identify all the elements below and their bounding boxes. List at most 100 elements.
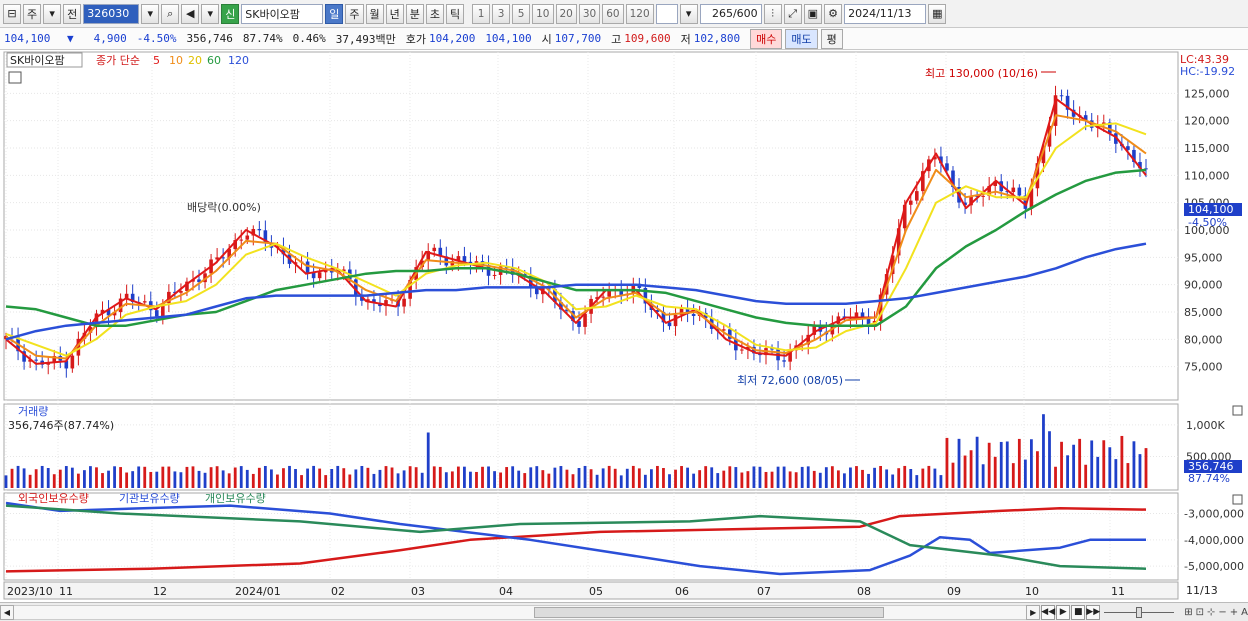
stock-chart[interactable]: 125,000120,000115,000110,000105,000100,0… xyxy=(0,50,1248,602)
zoom-in-icon[interactable]: + xyxy=(1230,607,1238,618)
flat-button[interactable]: 평 xyxy=(820,28,843,49)
crosshair-icon[interactable]: ⊹ xyxy=(1207,607,1215,618)
bar-style-icon[interactable]: ⊞ xyxy=(1184,607,1192,618)
period-month-button[interactable]: 월 xyxy=(365,3,384,24)
gear-icon[interactable]: ⚙ xyxy=(824,3,843,24)
buy-button[interactable]: 매수 xyxy=(750,28,783,49)
volume-bar xyxy=(824,467,828,488)
code-dropdown-icon[interactable]: ▾ xyxy=(141,3,160,24)
window-icon[interactable]: ⊟ xyxy=(3,3,21,24)
candle-body xyxy=(673,314,678,327)
market-select[interactable]: 주 xyxy=(23,3,42,24)
table-toggle-icon[interactable] xyxy=(8,71,22,84)
chevron-down-icon[interactable]: ▾ xyxy=(43,3,62,24)
volume-bar xyxy=(64,466,68,488)
stock-code-input[interactable]: 326030 xyxy=(83,3,140,24)
x-axis-label: 09 xyxy=(947,585,961,598)
x-axis-label: 08 xyxy=(857,585,871,598)
sell-button[interactable]: 매도 xyxy=(785,28,818,49)
candle-settings-icon[interactable]: ⫶ xyxy=(763,3,782,24)
ma10-label: 10 xyxy=(169,54,183,67)
volume-bar xyxy=(330,469,334,488)
candle-body xyxy=(1017,187,1022,196)
minute-dropdown-icon[interactable]: ▾ xyxy=(679,3,698,24)
volume-bar xyxy=(692,473,696,488)
holding-panel-close-icon[interactable] xyxy=(1232,494,1243,505)
volume-bar xyxy=(1060,441,1063,488)
period-year-button[interactable]: 년 xyxy=(385,3,404,24)
candle-body xyxy=(305,261,310,273)
scroll-track[interactable] xyxy=(14,604,1027,620)
scroll-left-icon[interactable]: ◀ xyxy=(0,604,14,620)
volume-bar xyxy=(1138,454,1142,488)
prefix-button[interactable]: 전 xyxy=(63,3,82,24)
volume-bar xyxy=(830,466,834,488)
volume-bar xyxy=(728,466,732,488)
chart-tools-icon[interactable]: ⤢ xyxy=(783,3,802,24)
minute-option-120[interactable]: 120 xyxy=(625,3,654,24)
stock-menu-icon[interactable]: ▾ xyxy=(201,3,220,24)
rewind-icon[interactable]: ◀◀ xyxy=(1041,604,1056,620)
period-week-button[interactable]: 주 xyxy=(345,3,364,24)
chart-scroll-bar: ◀ ▶ ◀◀ ▶ ■ ▶▶ ⊞ ⊡ ⊹ − + A xyxy=(0,602,1248,621)
minute-option-3[interactable]: 3 xyxy=(492,3,511,24)
search-icon[interactable]: ⌕ xyxy=(161,3,180,24)
volume-panel-close-icon[interactable] xyxy=(1232,405,1243,416)
volume-bar xyxy=(752,466,756,488)
volume-bar xyxy=(197,470,201,488)
volume-bar xyxy=(1108,447,1112,488)
ma-label: 종가 단순 xyxy=(96,54,140,67)
volume-bar xyxy=(450,471,454,488)
volume-bar xyxy=(493,471,496,488)
period-second-button[interactable]: 초 xyxy=(425,3,444,24)
forward-icon[interactable]: ▶▶ xyxy=(1086,604,1101,620)
volume-bar xyxy=(891,474,895,488)
text-size-icon[interactable]: A xyxy=(1241,607,1248,618)
volume-bar xyxy=(710,467,714,488)
count-input[interactable]: 265/600 xyxy=(699,3,762,24)
chart-area[interactable]: 125,000120,000115,000110,000105,000100,0… xyxy=(0,50,1248,602)
period-minute-button[interactable]: 분 xyxy=(405,3,424,24)
shin-badge[interactable]: 신 xyxy=(221,3,240,24)
minute-option-10[interactable]: 10 xyxy=(532,3,554,24)
period-tick-button[interactable]: 틱 xyxy=(446,3,465,24)
volume-bar xyxy=(227,473,231,488)
play-icon[interactable]: ▶ xyxy=(1056,604,1071,620)
volume-bar xyxy=(215,466,219,488)
minute-option-5[interactable]: 5 xyxy=(512,3,531,24)
volume-bar xyxy=(167,466,171,488)
volume-bar xyxy=(426,432,430,488)
volume-bar xyxy=(776,466,780,488)
volume-bar xyxy=(885,469,889,488)
period-day-button[interactable]: 일 xyxy=(325,3,344,24)
zoom-slider[interactable] xyxy=(1104,605,1175,620)
volume-bar xyxy=(125,472,129,488)
volume-bar xyxy=(873,467,876,488)
volume-bar xyxy=(22,468,26,488)
volume-bar xyxy=(70,467,74,488)
volume-value: 356,746 xyxy=(186,32,233,45)
high-label: 고 xyxy=(611,32,622,46)
volume-bar xyxy=(637,468,641,488)
minute-option-60[interactable]: 60 xyxy=(602,3,624,24)
foreign-holding-label: 외국인보유수량 xyxy=(18,492,89,505)
volume-bar xyxy=(613,468,617,488)
minute-option-20[interactable]: 20 xyxy=(555,3,577,24)
volume-bar xyxy=(511,466,515,488)
minute-option-30[interactable]: 30 xyxy=(578,3,601,24)
minute-custom-input[interactable] xyxy=(655,3,678,24)
volume-bar xyxy=(571,474,575,488)
minute-option-1[interactable]: 1 xyxy=(472,3,491,24)
fit-icon[interactable]: ⊡ xyxy=(1196,607,1204,618)
stop-icon[interactable]: ■ xyxy=(1071,604,1086,620)
date-input[interactable]: 2024/11/13 xyxy=(844,3,927,24)
scroll-thumb[interactable] xyxy=(534,606,884,618)
price-tick-label: 85,000 xyxy=(1184,306,1223,319)
calendar-icon[interactable]: ▦ xyxy=(928,3,947,24)
save-icon[interactable]: ▣ xyxy=(803,3,823,24)
zoom-out-icon[interactable]: − xyxy=(1218,607,1226,618)
scroll-right-icon[interactable]: ▶ xyxy=(1026,604,1041,620)
volume-bar xyxy=(384,466,388,488)
speaker-icon[interactable]: ◀ xyxy=(181,3,200,24)
volume-bar xyxy=(366,467,370,488)
